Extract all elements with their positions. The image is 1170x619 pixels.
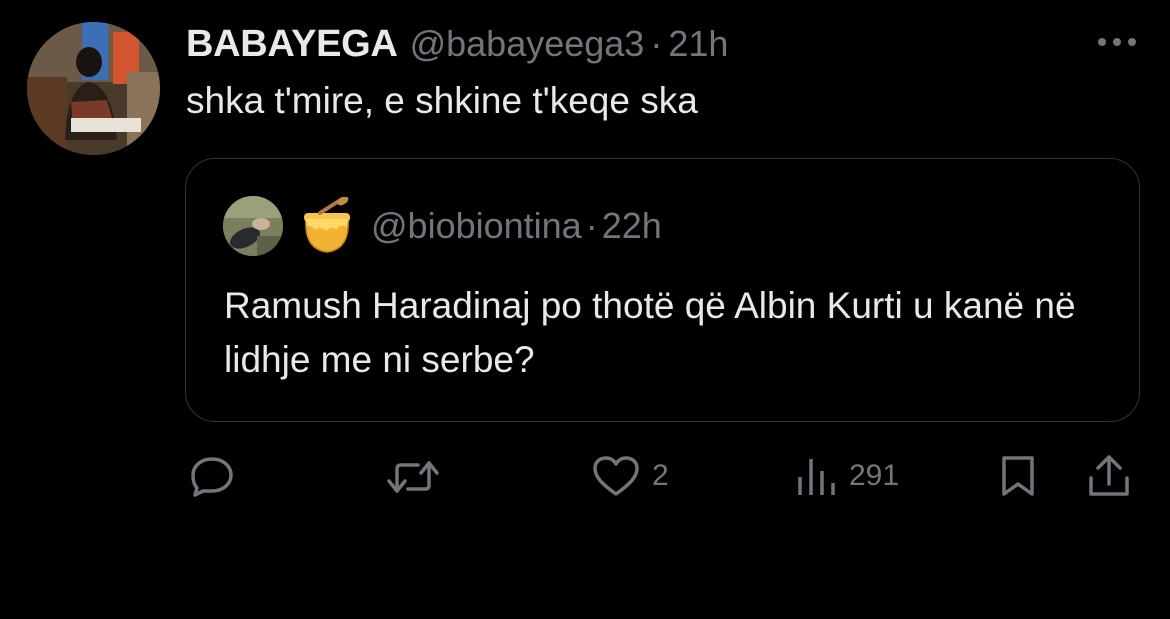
author-avatar[interactable]: [27, 22, 160, 155]
quoted-tweet-header: @biobiontina · 22h: [371, 205, 662, 247]
header-separator: ·: [650, 23, 663, 64]
view-count: 291: [849, 459, 900, 492]
like-count: 2: [652, 459, 669, 492]
tweet-text: shka t'mire, e shkine t'keqe ska: [186, 80, 698, 121]
quoted-tweet-timestamp[interactable]: 22h: [602, 205, 662, 247]
retweet-icon: [387, 461, 439, 493]
views-button[interactable]: 291: [797, 455, 899, 497]
like-button[interactable]: 2: [592, 455, 669, 497]
retweet-button[interactable]: [386, 457, 440, 497]
bookmark-button[interactable]: [998, 454, 1038, 498]
honey-pot-icon: [304, 197, 350, 253]
quoted-tweet-card[interactable]: @biobiontina · 22h Ramush Haradinaj po t…: [185, 158, 1140, 422]
author-display-name[interactable]: BABAYEGA: [186, 23, 398, 66]
tweet-timestamp[interactable]: 21h: [668, 23, 728, 65]
quoted-author-avatar[interactable]: [223, 196, 283, 256]
quoted-tweet-text: Ramush Haradinaj po thotë që Albin Kurti…: [224, 285, 1076, 380]
author-handle[interactable]: @babayeega3: [410, 23, 645, 65]
bookmark-icon: [1002, 456, 1034, 496]
quoted-header-separator: ·: [585, 205, 598, 246]
views-chart-icon: [798, 459, 835, 495]
share-icon: [1089, 455, 1129, 496]
share-button[interactable]: [1086, 454, 1132, 498]
more-options-icon[interactable]: [1094, 34, 1140, 50]
reply-button[interactable]: [189, 455, 235, 497]
quoted-author-handle[interactable]: @biobiontina: [371, 205, 582, 247]
reply-icon: [191, 457, 233, 497]
heart-icon: [593, 456, 639, 496]
tweet-header: BABAYEGA @babayeega3 · 21h: [186, 22, 728, 66]
